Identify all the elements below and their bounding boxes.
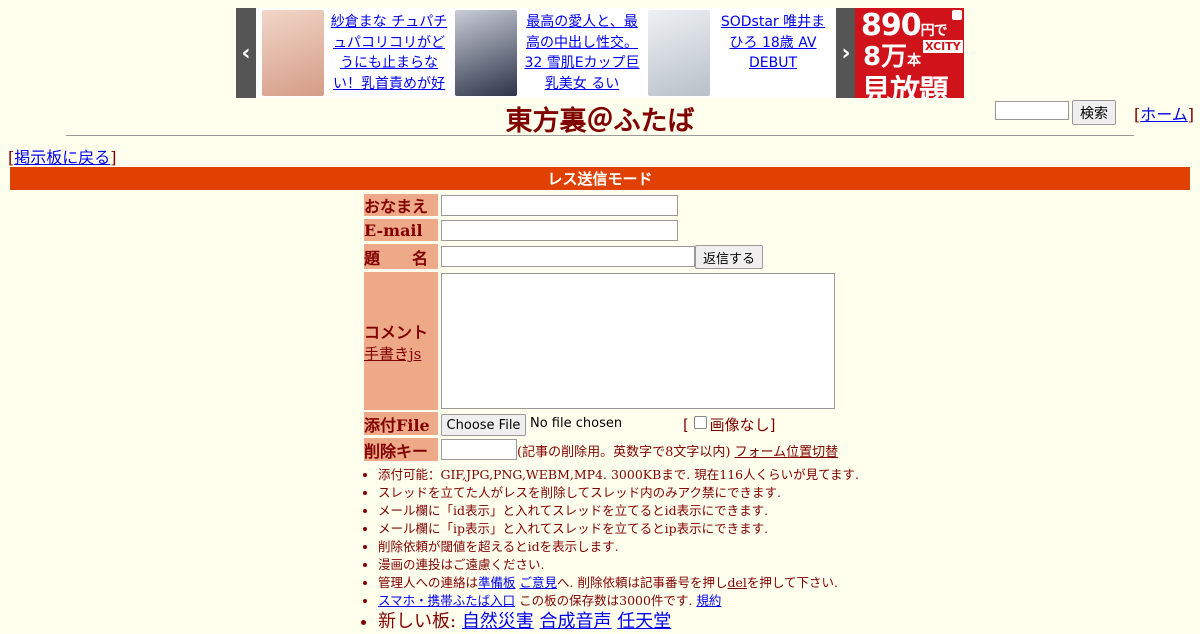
reply-mode-bar: レス送信モード	[10, 167, 1190, 190]
submit-reply-button[interactable]: 返信する	[695, 245, 763, 269]
file-label: 添付File	[364, 412, 438, 435]
no-image-option: [ 画像なし]	[683, 416, 776, 434]
list-item: 管理人への連絡は準備板 ご意見へ. 削除依頼は記事番号を押しdelを押して下さい…	[378, 574, 859, 592]
comment-label: コメント	[364, 322, 429, 342]
subject-label: 題 名	[364, 244, 438, 269]
name-label: おなまえ	[364, 194, 438, 216]
search-button[interactable]: 検索	[1072, 100, 1116, 125]
search-input[interactable]	[995, 101, 1069, 120]
name-input[interactable]	[441, 195, 678, 216]
home-link-wrapper: [ホーム]	[1134, 105, 1195, 124]
list-item: スレッドを立てた人がレスを削除してスレッド内のみアク禁にできます.	[378, 484, 859, 502]
back-to-board-link[interactable]: 掲示板に戻る	[14, 148, 110, 167]
board-notes-list: 添付可能：GIF,JPG,PNG,WEBM,MP4. 3000KBまで. 現在1…	[362, 466, 859, 634]
email-input[interactable]	[441, 220, 678, 241]
banner-tagline: 見放題	[861, 74, 949, 98]
comment-label-cell: コメント 手書きjs	[364, 272, 438, 410]
home-link[interactable]: ホーム	[1140, 105, 1188, 124]
list-item: 漫画の連投はご遠慮ください.	[378, 556, 859, 574]
ad-thumbnail[interactable]	[262, 10, 324, 96]
delete-key-input[interactable]	[441, 439, 517, 460]
del-link[interactable]: del	[727, 575, 746, 590]
ad-item-2[interactable]: 最高の愛人と、最高の中出し性交。 32 雪肌Eカップ巨乳美女 るい	[455, 8, 645, 98]
list-item: 削除依頼が閾値を超えるとidを表示します.	[378, 538, 859, 556]
ad-link[interactable]: 紗倉まな チュパチュパコリコリがどうにも止まらない！乳首責めが好	[330, 12, 448, 94]
subject-input[interactable]	[441, 246, 695, 267]
banner-price-suffix: 円で	[920, 23, 948, 39]
preparation-board-link[interactable]: 準備板	[478, 575, 516, 590]
new-board-link-synth-voice[interactable]: 合成音声	[540, 611, 612, 632]
no-image-checkbox[interactable]	[693, 416, 707, 429]
form-position-toggle-link[interactable]: フォーム位置切替	[735, 445, 839, 460]
ad-link[interactable]: 最高の愛人と、最高の中出し性交。 32 雪肌Eカップ巨乳美女 るい	[523, 12, 641, 94]
ad-item-3[interactable]: SODstar 唯井まひろ 18歳 AV DEBUT	[648, 8, 836, 98]
back-link-wrapper: [掲示板に戻る]	[8, 148, 117, 167]
feedback-link[interactable]: ご意見	[520, 575, 558, 590]
new-board-link-nintendo[interactable]: 任天堂	[617, 611, 671, 632]
no-image-label: 画像なし	[709, 416, 770, 434]
terms-link[interactable]: 規約	[696, 593, 721, 608]
list-item: メール欄に「id表示」と入れてスレッドを立てるとid表示にできます.	[378, 502, 859, 520]
delete-key-label: 削除キー	[364, 438, 438, 461]
no-file-chosen-text: No file chosen	[530, 416, 623, 431]
comment-textarea[interactable]	[441, 273, 835, 409]
email-label: E-mail	[364, 219, 438, 241]
ad-thumbnail[interactable]	[455, 10, 517, 96]
xcity-banner[interactable]: 890円で 8万本 XCITY 見放題	[855, 8, 964, 98]
carousel-next-arrow-icon[interactable]: ›	[836, 8, 856, 98]
list-item: メール欄に「ip表示」と入れてスレッドを立てるとip表示にできます.	[378, 520, 859, 538]
list-item: 新しい板: 自然災害 合成音声 任天堂	[378, 610, 859, 634]
ad-link[interactable]: SODstar 唯井まひろ 18歳 AV DEBUT	[714, 12, 832, 74]
banner-brand-logo: XCITY	[923, 40, 963, 53]
choose-file-button[interactable]: Choose File	[441, 414, 526, 436]
handwriting-js-link[interactable]: 手書きjs	[364, 343, 421, 364]
mobile-futaba-link[interactable]: スマホ・携帯ふたば入口	[378, 593, 515, 608]
delete-key-note: (記事の削除用。英数字で8文字以内) フォーム位置切替	[517, 445, 839, 460]
list-item: 添付可能：GIF,JPG,PNG,WEBM,MP4. 3000KBまで. 現在1…	[378, 466, 859, 484]
carousel-prev-arrow-icon[interactable]: ‹	[236, 8, 256, 98]
ad-item-1[interactable]: 紗倉まな チュパチュパコリコリがどうにも止まらない！乳首責めが好	[262, 8, 452, 98]
ad-carousel: ‹ 紗倉まな チュパチュパコリコリがどうにも止まらない！乳首責めが好 最高の愛人…	[236, 8, 856, 98]
ad-badge-icon	[952, 10, 962, 20]
ad-thumbnail[interactable]	[648, 10, 710, 96]
list-item: スマホ・携帯ふたば入口 この板の保存数は3000件です. 規約	[378, 592, 859, 610]
new-board-link-natural-disaster[interactable]: 自然災害	[462, 611, 534, 632]
divider	[66, 135, 1134, 136]
